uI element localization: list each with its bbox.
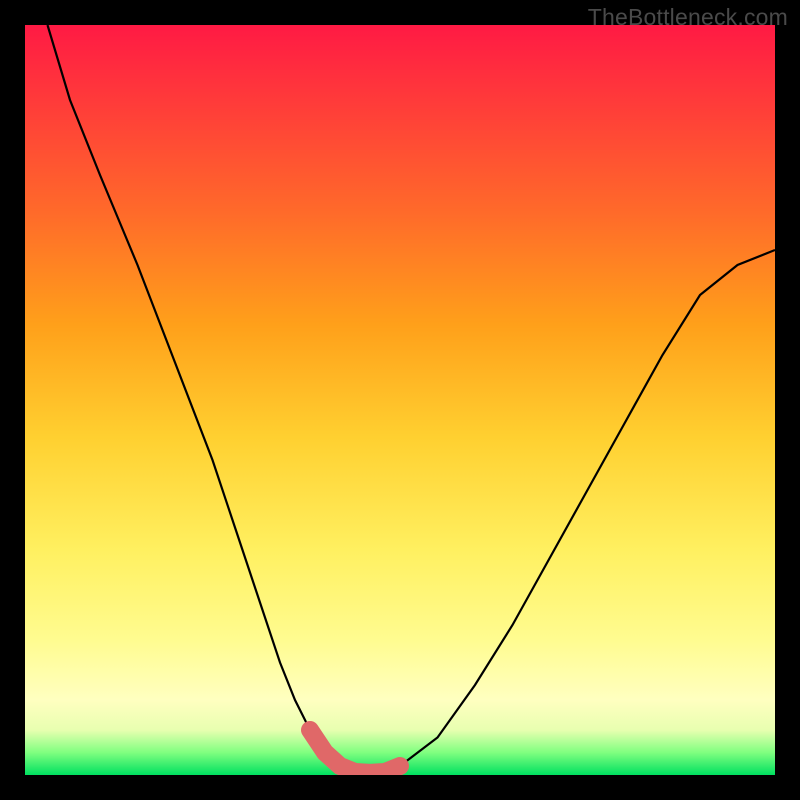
watermark-text: TheBottleneck.com (588, 4, 788, 31)
bottleneck-curve (48, 25, 776, 773)
chart-svg (25, 25, 775, 775)
trough-highlight (310, 730, 400, 773)
chart-plot-area (25, 25, 775, 775)
